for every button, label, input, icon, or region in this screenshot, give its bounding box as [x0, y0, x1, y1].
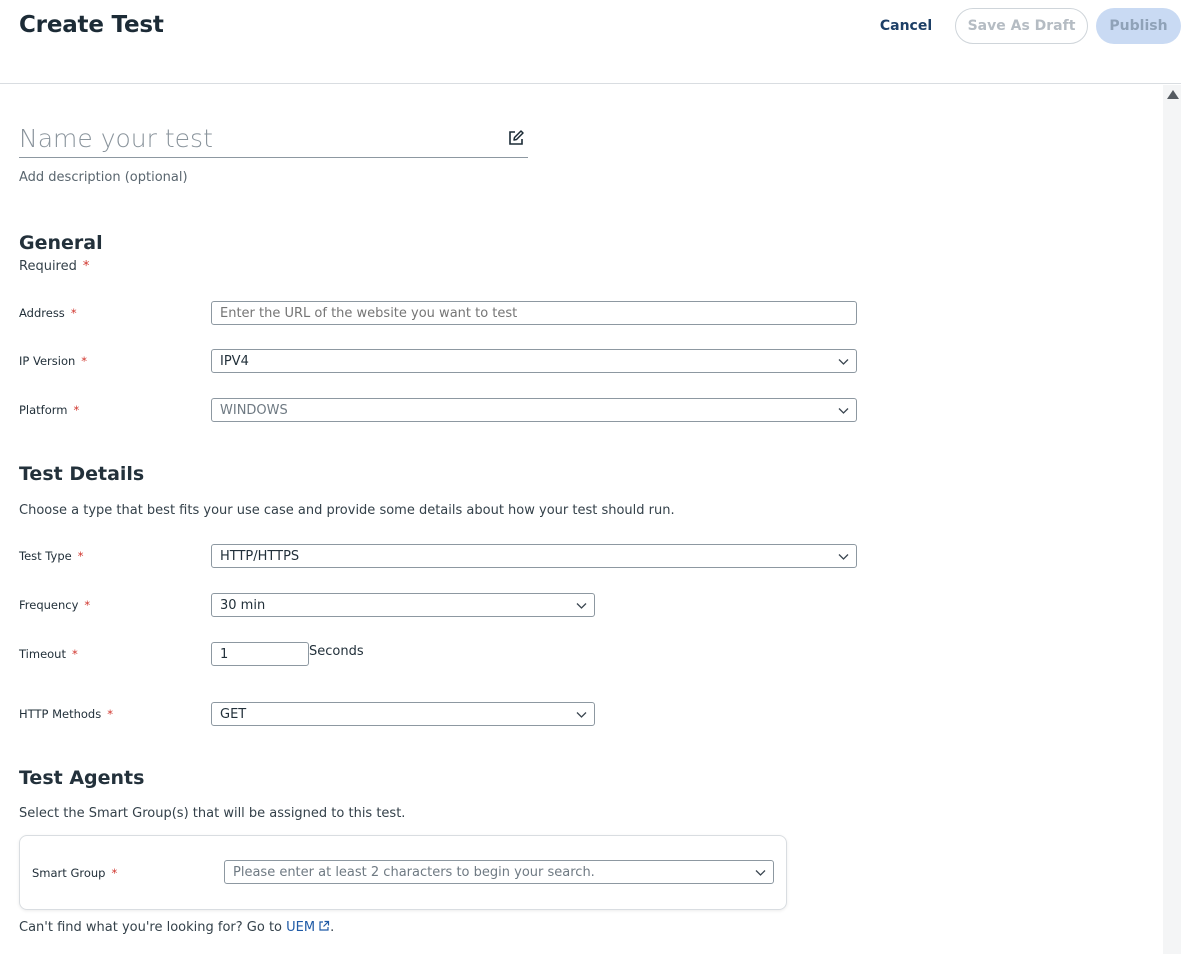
frequency-select[interactable]: 30 min: [211, 593, 595, 617]
smart-group-card: Smart Group * Please enter at least 2 cha…: [19, 835, 787, 910]
smart-group-placeholder: Please enter at least 2 characters to be…: [233, 864, 595, 880]
uem-link[interactable]: UEM: [286, 920, 330, 935]
footer-suffix: .: [330, 920, 335, 935]
smart-group-label: Smart Group *: [32, 866, 117, 880]
general-section-title: General: [19, 232, 103, 254]
smart-group-search[interactable]: Please enter at least 2 characters to be…: [224, 860, 774, 884]
platform-label: Platform *: [19, 403, 79, 417]
timeout-label: Timeout *: [19, 647, 78, 661]
page-header: Create Test Cancel Save As Draft Publish: [0, 0, 1181, 84]
chevron-down-icon: [838, 554, 849, 560]
frequency-value: 30 min: [220, 597, 266, 613]
ip-version-value: IPV4: [220, 353, 249, 369]
ip-version-select[interactable]: IPV4: [211, 349, 857, 373]
address-label-text: Address: [19, 306, 65, 320]
required-marker: *: [111, 866, 118, 880]
timeout-label-text: Timeout: [19, 647, 66, 661]
platform-value: WINDOWS: [220, 402, 288, 418]
required-marker: *: [82, 259, 90, 274]
footer-help-text: Can't find what you're looking for? Go t…: [19, 920, 334, 935]
smart-group-label-text: Smart Group: [32, 866, 106, 880]
timeout-unit: Seconds: [309, 644, 364, 659]
test-type-label: Test Type *: [19, 549, 83, 563]
vertical-scrollbar[interactable]: [1163, 85, 1181, 954]
required-text: Required: [19, 259, 77, 274]
required-marker: *: [84, 598, 91, 612]
platform-select[interactable]: WINDOWS: [211, 398, 857, 422]
test-agents-section-title: Test Agents: [19, 767, 145, 789]
save-as-draft-button[interactable]: Save As Draft: [955, 8, 1088, 44]
http-methods-select[interactable]: GET: [211, 702, 595, 726]
chevron-down-icon: [576, 712, 587, 718]
page-title: Create Test: [19, 12, 164, 38]
frequency-label: Frequency *: [19, 598, 90, 612]
platform-label-text: Platform: [19, 403, 68, 417]
edit-icon[interactable]: [507, 129, 525, 147]
publish-button[interactable]: Publish: [1096, 8, 1181, 44]
add-description-link[interactable]: Add description (optional): [19, 170, 188, 185]
cancel-button[interactable]: Cancel: [868, 8, 944, 44]
test-details-section-title: Test Details: [19, 463, 145, 485]
required-note: Required *: [19, 259, 89, 274]
chevron-down-icon: [576, 603, 587, 609]
test-agents-description: Select the Smart Group(s) that will be a…: [19, 806, 406, 821]
required-marker: *: [71, 647, 78, 661]
scroll-up-arrow-icon[interactable]: [1167, 90, 1179, 99]
footer-prefix: Can't find what you're looking for? Go t…: [19, 920, 287, 935]
ip-version-label-text: IP Version: [19, 354, 76, 368]
test-name-input[interactable]: [19, 120, 499, 156]
chevron-down-icon: [755, 870, 766, 876]
test-type-select[interactable]: HTTP/HTTPS: [211, 544, 857, 568]
external-link-icon: [319, 920, 330, 931]
chevron-down-icon: [838, 359, 849, 365]
test-name-field: [19, 120, 528, 158]
chevron-down-icon: [838, 408, 849, 414]
required-marker: *: [81, 354, 88, 368]
test-type-value: HTTP/HTTPS: [220, 548, 300, 564]
test-details-description: Choose a type that best fits your use ca…: [19, 503, 675, 518]
address-input[interactable]: [211, 301, 857, 325]
http-methods-label: HTTP Methods *: [19, 707, 113, 721]
test-type-label-text: Test Type: [19, 549, 72, 563]
uem-link-text: UEM: [286, 920, 316, 935]
frequency-label-text: Frequency: [19, 598, 79, 612]
http-methods-label-text: HTTP Methods: [19, 707, 102, 721]
required-marker: *: [77, 549, 84, 563]
http-methods-value: GET: [220, 706, 247, 722]
required-marker: *: [107, 707, 113, 721]
address-label: Address *: [19, 306, 77, 320]
required-marker: *: [70, 306, 77, 320]
required-marker: *: [73, 403, 80, 417]
timeout-input[interactable]: [211, 642, 309, 666]
ip-version-label: IP Version *: [19, 354, 87, 368]
